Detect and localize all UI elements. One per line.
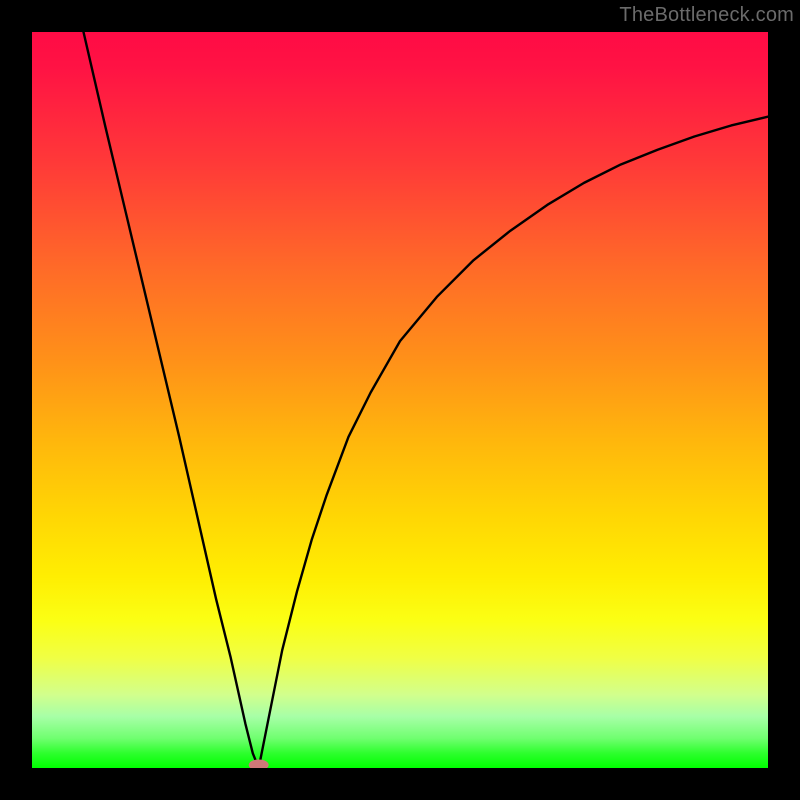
plot-area xyxy=(32,32,768,768)
watermark-text: TheBottleneck.com xyxy=(619,4,794,27)
minimum-marker xyxy=(249,760,269,769)
curve-right-branch xyxy=(259,117,768,768)
chart-frame: TheBottleneck.com xyxy=(0,0,800,800)
curve-left-branch xyxy=(84,32,259,768)
curve-layer xyxy=(32,32,768,768)
